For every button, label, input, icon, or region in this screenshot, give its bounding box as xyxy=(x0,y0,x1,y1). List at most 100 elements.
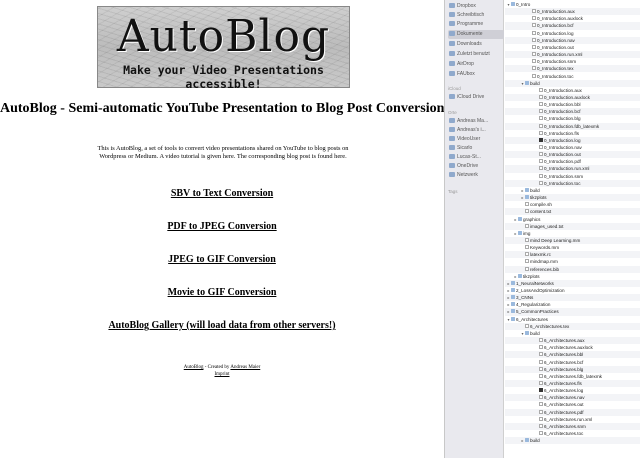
sidebar-item-place[interactable]: Andreas Ma... xyxy=(448,117,504,126)
file-row[interactable]: Keywords.mm xyxy=(505,244,640,251)
pdf-to-jpeg-link[interactable]: PDF to JPEG Conversion xyxy=(0,221,444,232)
file-row[interactable]: 6_Architectures.run.xml xyxy=(505,416,640,423)
file-row[interactable]: 0_Introduction.snm xyxy=(505,173,640,180)
sbv-to-text-link[interactable]: SBV to Text Conversion xyxy=(0,188,444,199)
item-name: 0_Introduction.out xyxy=(537,44,574,50)
file-row[interactable]: 6_Architectures.snm xyxy=(505,422,640,430)
file-row[interactable]: 0_Introduction.bcf xyxy=(505,108,640,116)
sidebar-item-dropbox[interactable]: Dropbox xyxy=(448,2,504,11)
movie-to-gif-link[interactable]: Movie to GIF Conversion xyxy=(0,287,444,298)
file-row[interactable]: 6_Architectures.tex xyxy=(505,322,640,330)
footer-brand-link[interactable]: AutoBlog xyxy=(184,365,204,370)
file-row[interactable]: 0_Introduction.toc xyxy=(505,179,640,187)
file-row[interactable]: images_used.txt xyxy=(505,222,640,230)
file-row[interactable]: 6_Architectures.toc xyxy=(505,430,640,437)
file-row[interactable]: 6_Architectures.pdf xyxy=(505,408,640,416)
file-row[interactable]: 0_Introduction.log xyxy=(505,136,640,144)
jpeg-to-gif-link[interactable]: JPEG to GIF Conversion xyxy=(0,254,444,265)
folder-row[interactable]: ▸ 5_CommonPractices xyxy=(505,308,640,316)
file-row[interactable]: latexmk.rc xyxy=(505,251,640,259)
folder-row[interactable]: ▸ build xyxy=(505,187,640,194)
file-row[interactable]: 0_Introduction.bbl xyxy=(505,101,640,108)
sidebar-item-recents[interactable]: Zuletzt benutzt xyxy=(448,50,504,59)
file-row[interactable]: 6_Architectures.nav xyxy=(505,394,640,402)
file-row[interactable]: compile.sh xyxy=(505,201,640,208)
file-row[interactable]: 6_Architectures.bbl xyxy=(505,351,640,359)
file-row[interactable]: 6_Architectures.auxlock xyxy=(505,344,640,351)
item-name: 4_Regularization xyxy=(516,302,551,308)
folder-icon xyxy=(511,280,515,285)
file-row[interactable]: 0_Introduction.run.xml xyxy=(505,51,640,59)
folder-row[interactable]: ▸ 3_CNNs xyxy=(505,294,640,302)
folder-row[interactable]: ▸ graphics xyxy=(505,216,640,223)
footer-author-link[interactable]: Andreas Maier xyxy=(230,365,260,370)
file-row[interactable]: 0_Introduction.snm xyxy=(505,58,640,65)
file-row[interactable]: 0_Introduction.out xyxy=(505,151,640,159)
file-icon xyxy=(539,380,543,385)
file-row[interactable]: 6_Architectures.log xyxy=(505,387,640,394)
sidebar-item-place[interactable]: OneDrive xyxy=(448,162,504,171)
file-row[interactable]: 0_Introduction.blg xyxy=(505,115,640,122)
footer-imprint-link[interactable]: Imprint xyxy=(215,372,230,377)
file-row[interactable]: content.txt xyxy=(505,208,640,216)
item-name: Keywords.mm xyxy=(530,245,560,251)
sidebar-item-faubox[interactable]: FAUbox xyxy=(448,70,504,79)
file-row[interactable]: 6_Architectures.out xyxy=(505,401,640,408)
file-row[interactable]: 0_Introduction.nav xyxy=(505,36,640,44)
sidebar-item-place[interactable]: VideoUser xyxy=(448,135,504,144)
sidebar-item-place[interactable]: Andreas's i... xyxy=(448,126,504,135)
file-row[interactable]: 6_Architectures.aux xyxy=(505,337,640,345)
file-row[interactable]: 6_Architectures.blg xyxy=(505,365,640,373)
folder-row[interactable]: ▸ 1_NeuralNetworks xyxy=(505,279,640,287)
sidebar-item-desktop[interactable]: Schreibtisch xyxy=(448,11,504,20)
file-row[interactable]: 0_Introduction.auxlock xyxy=(505,15,640,22)
sidebar-item-applications[interactable]: Programme xyxy=(448,20,504,29)
file-icon xyxy=(525,223,529,228)
file-icon xyxy=(525,252,529,257)
folder-row[interactable]: ▸ 2_LossAndOptimization xyxy=(505,287,640,294)
file-row[interactable]: 0_Introduction.fdb_latexmk xyxy=(505,122,640,130)
sidebar-item-documents[interactable]: Dokumente xyxy=(448,30,504,39)
file-row[interactable]: 0_Introduction.aux xyxy=(505,8,640,16)
file-row[interactable]: 0_Introduction.bcf xyxy=(505,22,640,30)
file-icon xyxy=(532,16,536,21)
file-row[interactable]: 0_Introduction.out xyxy=(505,44,640,51)
sidebar-item-airdrop[interactable]: AirDrop xyxy=(448,60,504,69)
folder-row[interactable]: ▾ build xyxy=(505,330,640,337)
file-row[interactable]: 0_Introduction.toc xyxy=(505,73,640,80)
file-row[interactable]: 0_Introduction.pdf xyxy=(505,158,640,165)
item-name: 6_Architectures.bbl xyxy=(544,352,584,358)
file-row[interactable]: 6_Architectures.fdb_latexmk xyxy=(505,373,640,380)
file-row[interactable]: 0_Introduction.aux xyxy=(505,87,640,94)
file-row[interactable]: references.bib xyxy=(505,265,640,273)
sidebar-item-downloads[interactable]: Downloads xyxy=(448,40,504,49)
folder-row[interactable]: ▸ build xyxy=(505,437,640,445)
item-name: 0_Introduction.snm xyxy=(537,59,577,65)
file-row[interactable]: 0_Introduction.log xyxy=(505,30,640,37)
sidebar-item-place[interactable]: Sicarlo xyxy=(448,144,504,153)
autoblog-webpage: AutoBlog Make your Video Presentations a… xyxy=(0,0,444,458)
folder-row[interactable]: ▾ build xyxy=(505,79,640,87)
file-row[interactable]: 0_Introduction.nav xyxy=(505,144,640,151)
folder-row[interactable]: ▸ img xyxy=(505,230,640,237)
item-name: 5_CommonPractices xyxy=(516,309,559,315)
gallery-link[interactable]: AutoBlog Gallery (will load data from ot… xyxy=(0,320,444,331)
sidebar-item-icloud-drive[interactable]: iCloud Drive xyxy=(448,93,504,102)
folder-row[interactable]: ▸ 4_Regularization xyxy=(505,301,640,308)
folder-icon xyxy=(525,187,529,192)
folder-row[interactable]: ▸ tikzplots xyxy=(505,273,640,280)
file-row[interactable]: 0_Introduction.fls xyxy=(505,130,640,137)
folder-row[interactable]: ▾ 0_Intro xyxy=(505,1,640,8)
file-row[interactable]: 0_Introduction.run.xml xyxy=(505,165,640,173)
item-name: 0_Introduction.blg xyxy=(544,116,581,122)
file-row[interactable]: mind Deep Learning.mm xyxy=(505,236,640,245)
file-row[interactable]: 6_Architectures.fls xyxy=(505,379,640,388)
file-row[interactable]: mindmap.mm xyxy=(505,258,640,265)
folder-row[interactable]: ▾ 6_Architectures xyxy=(505,316,640,323)
sidebar-item-place[interactable]: Lucas-St... xyxy=(448,153,504,162)
file-row[interactable]: 6_Architectures.bcf xyxy=(505,359,640,366)
file-row[interactable]: 0_Introduction.auxlock xyxy=(505,93,640,102)
file-row[interactable]: 0_Introduction.tex xyxy=(505,65,640,73)
sidebar-item-place[interactable]: Netzwerk xyxy=(448,171,504,180)
folder-row[interactable]: ▸ tikzplots xyxy=(505,194,640,202)
